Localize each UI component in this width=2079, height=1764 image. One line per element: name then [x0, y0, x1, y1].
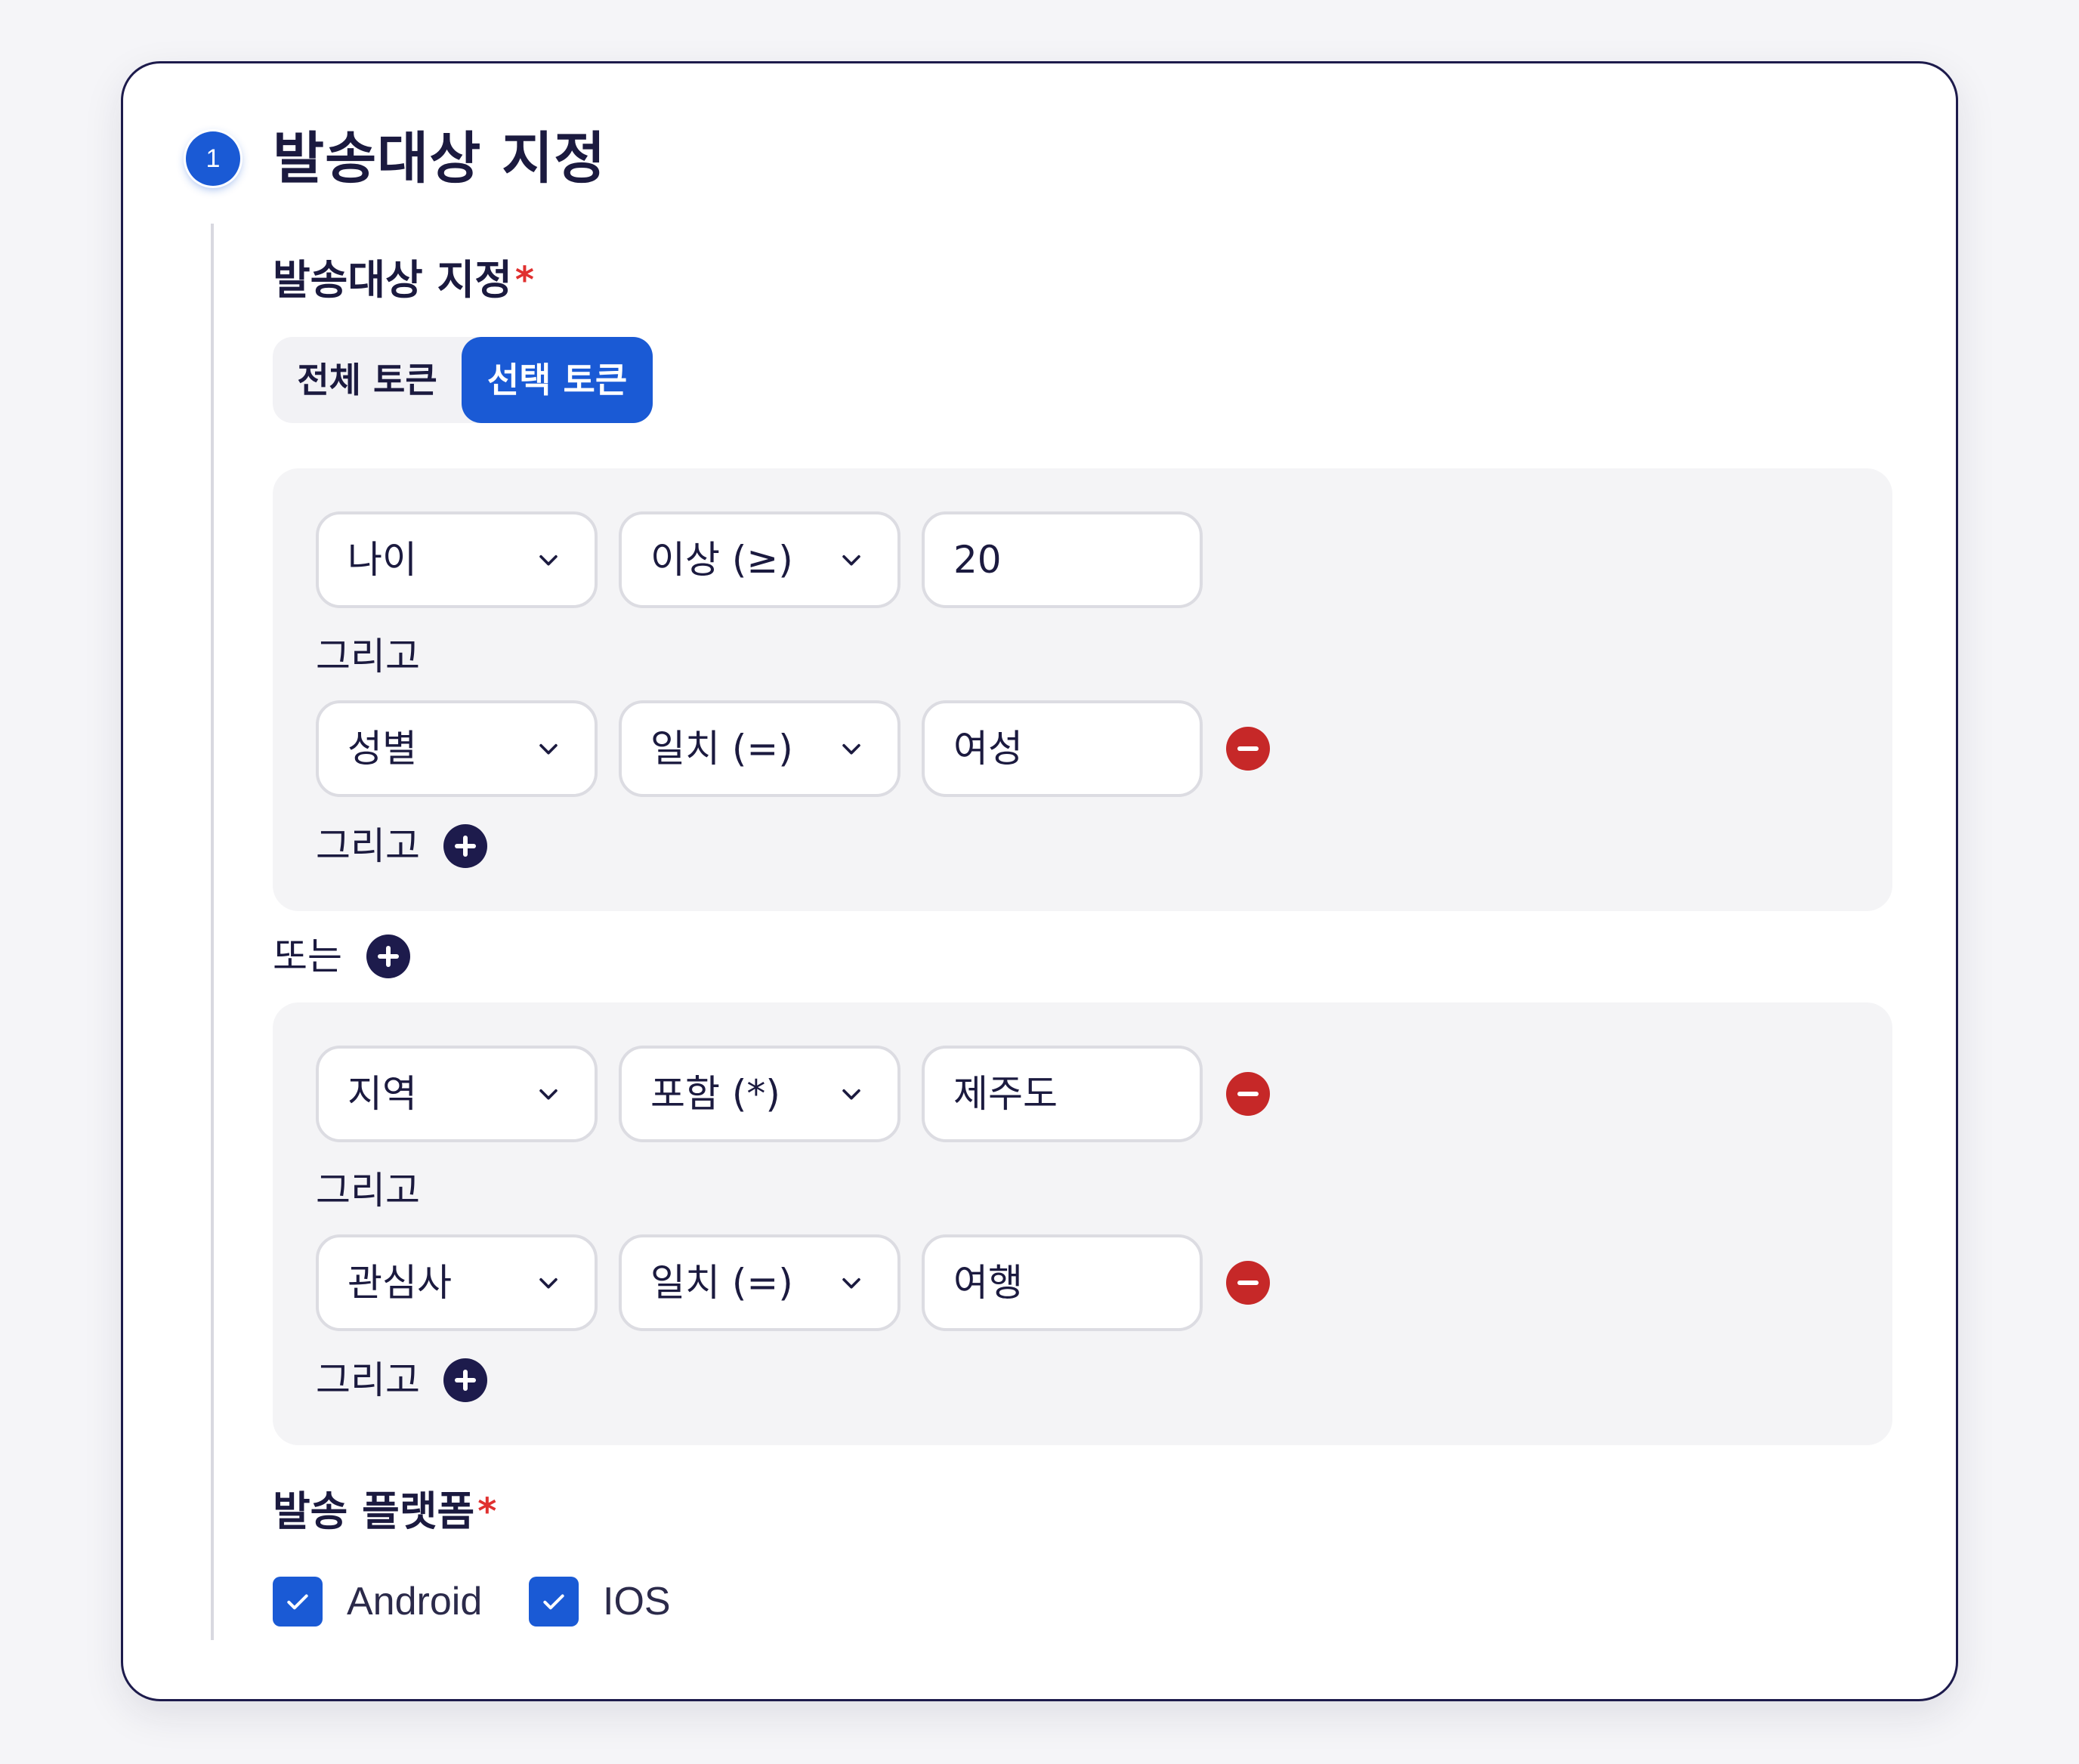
chevron-down-icon: [842, 1277, 860, 1289]
field-dropdown[interactable]: 나이: [316, 511, 598, 608]
target-settings-card: 1 발송대상 지정 발송대상 지정* 전체 토큰 선택 토큰 나이 이상 (≥)…: [121, 61, 1958, 1701]
operator-dropdown[interactable]: 포함 (*): [619, 1046, 900, 1142]
plus-circle-icon[interactable]: [443, 823, 488, 869]
field-dropdown-value: 성별: [348, 727, 417, 771]
and-label: 그리고: [316, 1358, 420, 1402]
ios-option[interactable]: IOS: [529, 1577, 671, 1627]
minus-circle-icon[interactable]: [1225, 726, 1271, 771]
field-dropdown-value: 나이: [348, 538, 417, 582]
field-dropdown[interactable]: 지역: [316, 1046, 598, 1142]
chevron-down-icon: [842, 743, 860, 755]
chevron-down-icon: [539, 743, 558, 755]
chevron-down-icon: [842, 555, 860, 566]
field-dropdown[interactable]: 관심사: [316, 1234, 598, 1331]
plus-circle-icon[interactable]: [443, 1358, 488, 1403]
check-icon: [543, 1594, 564, 1610]
field-dropdown[interactable]: 성별: [316, 700, 598, 797]
required-mark: *: [514, 259, 534, 301]
ios-checkbox[interactable]: [529, 1577, 579, 1627]
value-input-text: 여행: [953, 1261, 1023, 1305]
minus-circle-icon[interactable]: [1225, 1260, 1271, 1305]
chevron-down-icon: [539, 1089, 558, 1100]
operator-dropdown-value: 포함 (*): [650, 1072, 780, 1116]
token-toggle: 전체 토큰 선택 토큰: [273, 337, 653, 423]
field-dropdown-value: 관심사: [348, 1261, 452, 1305]
and-label: 그리고: [316, 1169, 420, 1213]
toggle-selected-tokens[interactable]: 선택 토큰: [462, 337, 653, 423]
platform-field-label: 발송 플랫폼*: [273, 1485, 496, 1538]
minus-circle-icon[interactable]: [1225, 1071, 1271, 1117]
plus-circle-icon[interactable]: [366, 934, 411, 979]
condition-group-1: 나이 이상 (≥) 20 그리고 성별 일치 (=) 여성 그리고: [273, 468, 1892, 911]
check-icon: [287, 1594, 308, 1610]
operator-dropdown[interactable]: 이상 (≥): [619, 511, 900, 608]
required-mark: *: [477, 1491, 497, 1533]
android-label: Android: [347, 1580, 483, 1623]
value-input[interactable]: 제주도: [922, 1046, 1203, 1142]
android-checkbox[interactable]: [273, 1577, 323, 1627]
ios-label: IOS: [603, 1580, 671, 1623]
toggle-all-tokens[interactable]: 전체 토큰: [273, 337, 462, 423]
android-option[interactable]: Android: [273, 1577, 482, 1627]
chevron-down-icon: [539, 555, 558, 566]
operator-dropdown[interactable]: 일치 (=): [619, 700, 900, 797]
operator-dropdown-value: 일치 (=): [650, 1261, 793, 1305]
or-label: 또는: [273, 935, 342, 978]
value-input[interactable]: 여행: [922, 1234, 1203, 1331]
and-label: 그리고: [316, 824, 420, 868]
platform-field-label-text: 발송 플랫폼: [273, 1488, 475, 1535]
timeline-line: [211, 224, 214, 1640]
target-field-label-text: 발송대상 지정: [273, 256, 512, 304]
condition-group-2: 지역 포함 (*) 제주도 그리고 관심사 일치 (=) 여행 그리고: [273, 1002, 1892, 1445]
section-title: 발송대상 지정: [273, 126, 607, 191]
value-input-text: 제주도: [953, 1072, 1058, 1116]
operator-dropdown[interactable]: 일치 (=): [619, 1234, 900, 1331]
target-field-label: 발송대상 지정*: [273, 254, 534, 307]
and-label: 그리고: [316, 635, 420, 678]
step-number-badge: 1: [186, 131, 240, 186]
field-dropdown-value: 지역: [348, 1072, 417, 1116]
chevron-down-icon: [842, 1089, 860, 1100]
chevron-down-icon: [539, 1277, 558, 1289]
value-input-text: 여성: [953, 727, 1023, 771]
value-input-text: 20: [953, 538, 1002, 582]
operator-dropdown-value: 이상 (≥): [650, 538, 793, 582]
value-input[interactable]: 여성: [922, 700, 1203, 797]
operator-dropdown-value: 일치 (=): [650, 727, 793, 771]
value-input[interactable]: 20: [922, 511, 1203, 608]
